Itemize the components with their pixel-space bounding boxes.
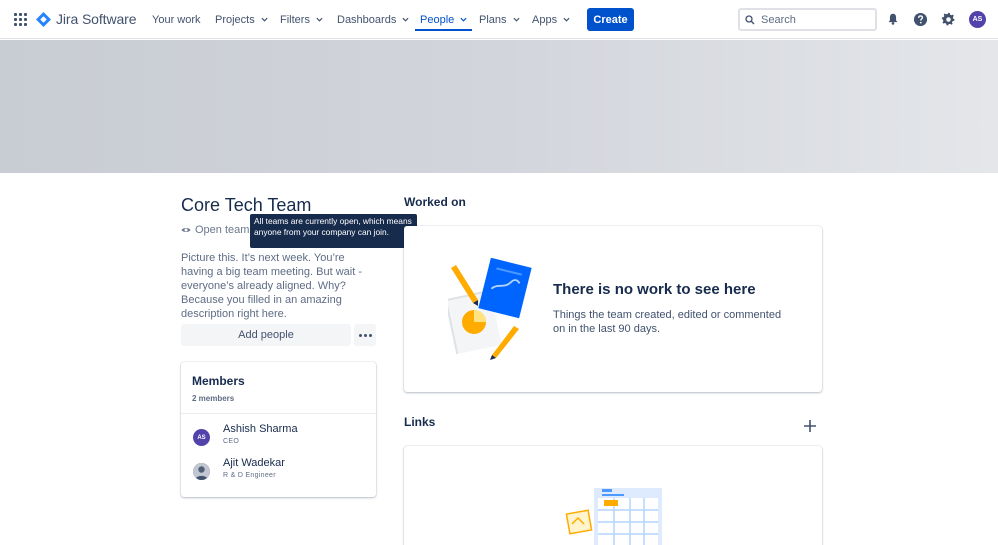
team-description[interactable]: Picture this. It’s next week. You’re hav… [181, 251, 379, 321]
nav-filters[interactable]: Filters [280, 0, 323, 39]
more-dots-icon [358, 333, 362, 337]
team-name: Core Tech Team [181, 195, 312, 215]
nav-people-label: People [420, 13, 455, 26]
empty-links-illustration-icon [565, 488, 662, 545]
nav-apps-label: Apps [532, 13, 558, 26]
top-navigation: Jira Software Your work Projects Filters… [0, 0, 998, 39]
chevron-down-icon [563, 17, 570, 22]
search-input[interactable] [761, 13, 871, 26]
nav-dashboards[interactable]: Dashboards [337, 0, 409, 39]
user-avatar[interactable]: AS [969, 11, 986, 28]
app-switcher-icon[interactable] [14, 13, 27, 26]
empty-work-illustration-icon [448, 258, 532, 360]
chevron-down-icon [402, 17, 409, 22]
member-avatar-photo [193, 463, 210, 480]
chevron-down-icon [316, 17, 323, 22]
worked-on-title: Worked on [404, 195, 466, 209]
links-card [404, 446, 822, 545]
nav-projects[interactable]: Projects [215, 0, 268, 39]
add-people-button[interactable]: Add people [181, 324, 351, 346]
member-row[interactable]: Ajit Wadekar R & D Engineer [193, 457, 373, 485]
members-count: 2 members [192, 394, 235, 403]
open-team-tooltip: All teams are currently open, which mean… [250, 214, 417, 248]
members-card: Members 2 members AS Ashish Sharma CEO A… [181, 362, 376, 497]
nav-plans-label: Plans [479, 13, 507, 26]
team-header-banner [0, 40, 998, 173]
member-avatar: AS [193, 429, 210, 446]
brand-name: Jira Software [56, 11, 137, 27]
members-divider [181, 413, 376, 414]
create-button[interactable]: Create [587, 8, 634, 31]
chevron-down-icon [261, 17, 268, 22]
open-team-label: Open team [195, 224, 250, 236]
nav-dashboards-label: Dashboards [337, 13, 397, 26]
search-box[interactable] [738, 8, 877, 31]
member-role: CEO [223, 438, 240, 445]
nav-apps[interactable]: Apps [532, 0, 570, 39]
chevron-down-icon [460, 17, 467, 22]
open-team-indicator[interactable]: Open team [181, 224, 249, 236]
settings-gear-icon[interactable] [940, 11, 956, 27]
worked-on-card: There is no work to see here Things the … [404, 226, 822, 392]
links-title: Links [404, 415, 436, 429]
search-icon [745, 14, 755, 24]
member-row[interactable]: AS Ashish Sharma CEO [193, 423, 373, 451]
empty-state-text: Things the team created, edited or comme… [553, 309, 782, 335]
nav-projects-label: Projects [215, 13, 255, 26]
member-name: Ajit Wadekar [223, 457, 285, 469]
nav-plans[interactable]: Plans [479, 0, 520, 39]
add-link-plus-icon[interactable] [802, 418, 818, 434]
jira-diamond-icon [36, 11, 51, 27]
eye-icon [181, 227, 191, 233]
member-name: Ashish Sharma [223, 423, 298, 435]
nav-people[interactable]: People [414, 0, 473, 39]
jira-logo[interactable]: Jira Software [36, 11, 137, 27]
member-role: R & D Engineer [223, 472, 276, 479]
chevron-down-icon [513, 17, 520, 22]
empty-state-title: There is no work to see here [553, 281, 756, 298]
help-icon[interactable] [912, 11, 928, 27]
notifications-bell-icon[interactable] [885, 11, 901, 27]
nav-your-work-label: Your work [152, 13, 201, 26]
members-title: Members [192, 374, 245, 388]
nav-filters-label: Filters [280, 13, 310, 26]
more-actions-button[interactable] [354, 324, 376, 346]
nav-your-work[interactable]: Your work [152, 0, 201, 39]
